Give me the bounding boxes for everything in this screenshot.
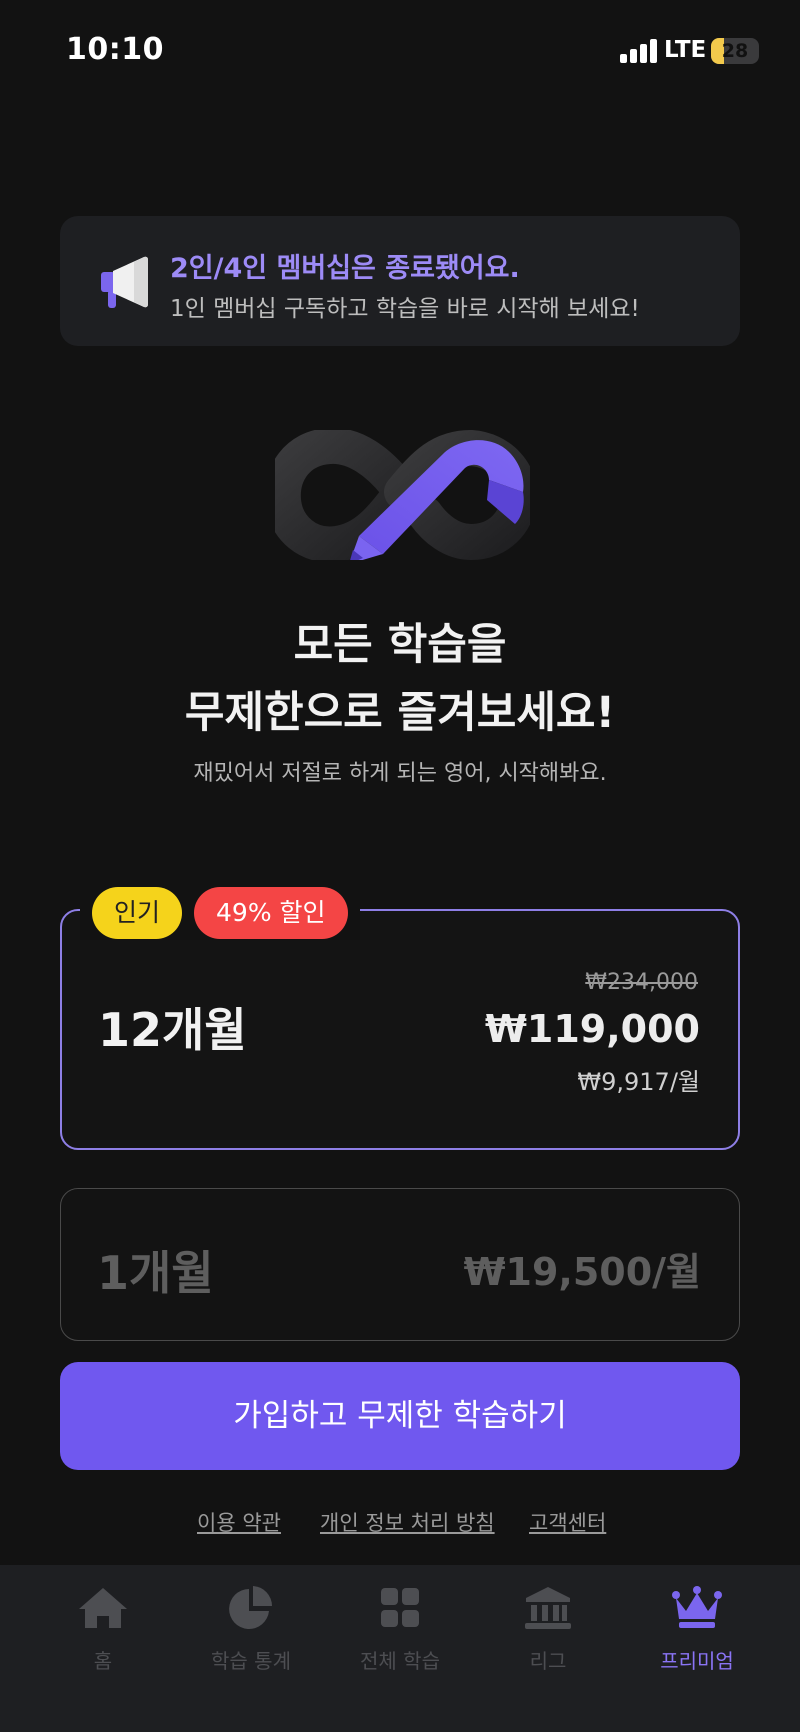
hero-title-line1: 모든 학습을	[293, 620, 507, 670]
status-bar: 10:10 LTE 28	[0, 0, 800, 100]
grid-icon	[381, 1588, 419, 1627]
notice-title: 2인/4인 멤버십은 종료됐어요.	[170, 253, 520, 284]
plan-duration: 12개월	[98, 1003, 247, 1057]
plan-12-month[interactable]: 12개월 ₩234,000 ₩119,000 ₩9,917/월	[60, 909, 740, 1150]
plan-price: ₩119,000	[485, 1007, 700, 1051]
tab-label: 학습 통계	[211, 1649, 291, 1673]
home-icon	[79, 1588, 127, 1628]
tab-league[interactable]: 리그	[468, 1565, 628, 1685]
support-link[interactable]: 고객센터	[529, 1507, 606, 1537]
plan-price: ₩19,500/월	[463, 1250, 701, 1294]
network-label: LTE	[664, 37, 707, 63]
plan-duration: 1개월	[97, 1246, 214, 1300]
signal-icon	[620, 39, 658, 63]
infinity-pencil-logo	[275, 430, 530, 560]
privacy-link[interactable]: 개인 정보 처리 방침	[320, 1507, 495, 1537]
bottom-tab-bar: 홈 학습 통계 전체 학습 리그 프리미엄	[0, 1565, 800, 1732]
monthly-equivalent: ₩9,917/월	[577, 1068, 700, 1096]
tab-label: 홈	[93, 1649, 113, 1673]
tab-label: 전체 학습	[360, 1649, 440, 1673]
discount-badge: 49% 할인	[194, 887, 348, 939]
hero-title-line2: 무제한으로 즐겨보세요!	[184, 688, 616, 738]
megaphone-icon	[101, 256, 148, 308]
crown-icon	[672, 1586, 722, 1628]
notice-subtitle: 1인 멤버십 구독하고 학습을 바로 시작해 보세요!	[170, 296, 640, 322]
tab-premium[interactable]: 프리미엄	[617, 1565, 777, 1685]
notice-banner: 2인/4인 멤버십은 종료됐어요. 1인 멤버십 구독하고 학습을 바로 시작해…	[60, 216, 740, 346]
tab-all-learning[interactable]: 전체 학습	[320, 1565, 480, 1685]
plan-badges: 인기 49% 할인	[80, 886, 360, 940]
status-time: 10:10	[66, 32, 164, 67]
tab-label: 리그	[529, 1649, 567, 1673]
hero-subtitle: 재밌어서 저절로 하게 되는 영어, 시작해봐요.	[193, 761, 607, 786]
battery-icon: 28	[711, 38, 759, 64]
bank-icon	[525, 1587, 571, 1629]
footer-links: 이용 약관 개인 정보 처리 방침 고객센터	[0, 1507, 800, 1537]
subscribe-button[interactable]: 가입하고 무제한 학습하기	[60, 1362, 740, 1470]
plan-1-month[interactable]: 1개월 ₩19,500/월	[60, 1188, 740, 1341]
tab-home[interactable]: 홈	[23, 1565, 183, 1685]
popular-badge: 인기	[92, 887, 183, 939]
pie-chart-icon	[229, 1586, 272, 1629]
battery-level: 28	[721, 40, 749, 62]
premium-screen: 10:10 LTE 28 2인/4인 멤버십은 종료됐어요. 1인 멤버십 구독…	[0, 0, 800, 1732]
original-price: ₩234,000	[585, 970, 698, 995]
tab-stats[interactable]: 학습 통계	[171, 1565, 331, 1685]
tab-label: 프리미엄	[660, 1649, 734, 1673]
terms-link[interactable]: 이용 약관	[197, 1507, 281, 1537]
